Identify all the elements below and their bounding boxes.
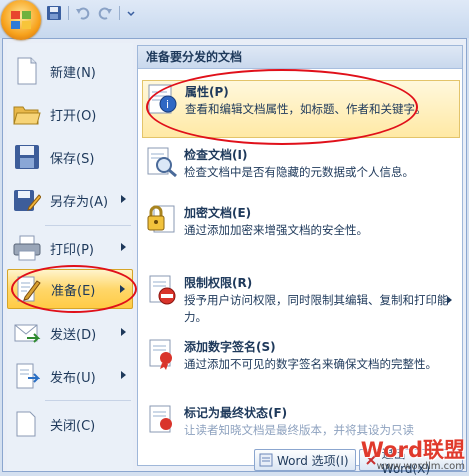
left-command-list: 新建(N) 打开(O) 保存(S) 另存为(A) 打印(P) 准备(E) 发送(… — [7, 43, 133, 471]
prepare-submenu-panel: 准备要分发的文档 i 属性(P) 查看和编辑文档属性，如标题、作者和关键字。 检… — [137, 45, 463, 466]
menu-item-save-as[interactable]: 另存为(A) — [7, 180, 133, 220]
office-button[interactable] — [1, 0, 41, 40]
submenu-arrow-icon — [447, 296, 452, 304]
menu-item-save[interactable]: 保存(S) — [7, 137, 133, 177]
menu-item-label: 准备(E) — [51, 283, 96, 299]
menu-item-close[interactable]: 关闭(C) — [7, 404, 133, 444]
send-icon — [12, 318, 42, 348]
word-options-button[interactable]: Word 选项(I) — [254, 449, 356, 471]
menu-item-open[interactable]: 打开(O) — [7, 94, 133, 134]
svg-text:i: i — [166, 98, 169, 111]
submenu-item-description: 授予用户访问权限，同时限制其编辑、复制和打印能力。 — [184, 293, 449, 324]
submenu-item-encrypt[interactable]: 加密文档(E) 通过添加加密来增强文档的安全性。 — [142, 202, 460, 254]
submenu-item-title: 标记为最终状态(F) — [184, 406, 288, 420]
redo-icon[interactable] — [97, 5, 113, 21]
properties-icon: i — [147, 83, 179, 115]
menu-item-print[interactable]: 打印(P) — [7, 228, 133, 268]
submenu-item-digital-signature[interactable]: 添加数字签名(S) 通过添加不可见的数字签名来确保文档的完整性。 — [142, 336, 460, 394]
submenu-item-restrict-permission[interactable]: 限制权限(R) 授予用户访问权限，同时限制其编辑、复制和打印能力。 — [142, 272, 460, 330]
submenu-item-description: 查看和编辑文档属性，如标题、作者和关键字。 — [185, 102, 427, 116]
menu-item-label: 另存为(A) — [50, 194, 109, 210]
menu-item-new[interactable]: 新建(N) — [7, 51, 133, 91]
publish-icon — [12, 361, 42, 391]
submenu-item-description: 通过添加加密来增强文档的安全性。 — [184, 223, 368, 237]
watermark-url: www.wordlm.com — [376, 461, 465, 472]
submenu-item-inspect[interactable]: 检查文档(I) 检查文档中是否有隐藏的元数据或个人信息。 — [142, 144, 460, 196]
submenu-arrow-icon — [121, 195, 126, 203]
menu-item-publish[interactable]: 发布(U) — [7, 356, 133, 396]
menu-item-label: 发布(U) — [50, 370, 96, 386]
printer-icon — [12, 233, 42, 263]
separator — [68, 6, 69, 20]
submenu-arrow-icon — [121, 371, 126, 379]
menu-item-label: 打开(O) — [50, 108, 97, 124]
divider — [45, 225, 131, 226]
submenu-item-title: 检查文档(I) — [184, 148, 248, 162]
inspect-document-icon — [146, 146, 178, 178]
office-logo-icon — [11, 11, 31, 29]
close-document-icon — [12, 409, 42, 439]
submenu-item-title: 限制权限(R) — [184, 276, 253, 290]
mark-final-icon — [146, 404, 178, 436]
save-icon[interactable] — [46, 5, 62, 21]
submenu-item-title: 添加数字签名(S) — [184, 340, 276, 354]
menu-item-label: 新建(N) — [50, 65, 96, 81]
menu-item-label: 关闭(C) — [50, 418, 96, 434]
word-options-icon — [259, 453, 273, 467]
submenu-item-description: 检查文档中是否有隐藏的元数据或个人信息。 — [184, 165, 414, 179]
submenu-arrow-icon — [121, 328, 126, 336]
panel-header: 准备要分发的文档 — [138, 46, 462, 69]
chevron-down-icon[interactable] — [126, 5, 136, 21]
menu-item-label: 打印(P) — [50, 242, 94, 258]
restrict-permission-icon — [146, 274, 178, 306]
undo-icon[interactable] — [75, 5, 91, 21]
menu-item-prepare[interactable]: 准备(E) — [7, 269, 133, 309]
digital-signature-icon — [146, 338, 178, 370]
word-options-label: Word 选项(I) — [277, 453, 349, 468]
submenu-item-properties[interactable]: i 属性(P) 查看和编辑文档属性，如标题、作者和关键字。 — [142, 80, 460, 138]
open-folder-icon — [12, 99, 42, 129]
submenu-arrow-icon — [121, 243, 126, 251]
submenu-item-title: 属性(P) — [185, 85, 229, 99]
submenu-item-description: 通过添加不可见的数字签名来确保文档的完整性。 — [184, 357, 437, 371]
encrypt-document-icon — [146, 204, 178, 236]
menu-item-label: 发送(D) — [50, 327, 97, 343]
menu-item-send[interactable]: 发送(D) — [7, 313, 133, 353]
divider — [45, 400, 131, 401]
quick-access-toolbar — [46, 3, 136, 23]
submenu-item-title: 加密文档(E) — [184, 206, 252, 220]
new-document-icon — [12, 56, 42, 86]
watermark-brand: Word联盟 — [360, 438, 465, 462]
title-bar — [0, 0, 469, 38]
separator — [119, 6, 120, 20]
save-icon — [12, 142, 42, 172]
watermark: Word联盟 www.wordlm.com — [361, 434, 465, 472]
office-menu: 新建(N) 打开(O) 保存(S) 另存为(A) 打印(P) 准备(E) 发送(… — [2, 38, 467, 476]
menu-item-label: 保存(S) — [50, 151, 95, 167]
submenu-arrow-icon — [120, 285, 125, 293]
save-as-icon — [12, 185, 42, 215]
prepare-icon — [13, 274, 43, 304]
